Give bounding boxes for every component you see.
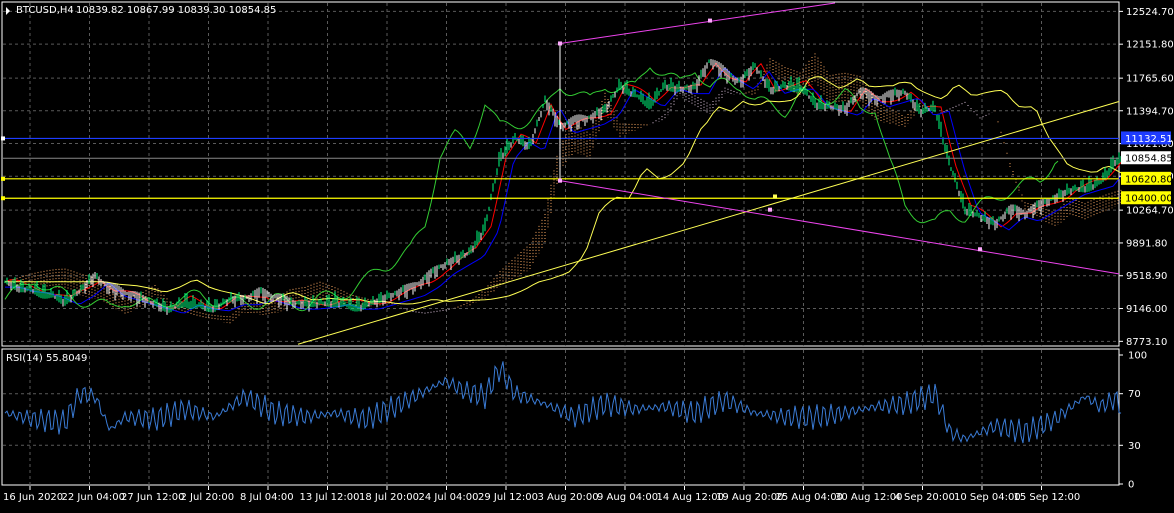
level-anchor-point[interactable]: [1, 196, 5, 201]
ichimoku-cloud: [4, 53, 1122, 324]
price-tick-label: 9891.80: [1126, 238, 1167, 249]
time-tick-label: 9 Aug 04:00: [597, 492, 658, 503]
level-anchor-point[interactable]: [1, 176, 5, 181]
time-tick-label: 4 Sep 20:00: [895, 492, 955, 503]
price-tick-label: 12151.80: [1126, 40, 1174, 51]
time-tick-label: 22 Jun 04:00: [62, 492, 126, 503]
time-tick-label: 14 Aug 12:00: [657, 492, 724, 503]
rsi-line-path: [4, 361, 1122, 444]
channel-anchor[interactable]: [978, 247, 982, 252]
time-tick-label: 10 Sep 04:00: [954, 492, 1021, 503]
price-candles: [4, 59, 1122, 315]
rsi-tick-label: 0: [1128, 480, 1134, 491]
channel-anchor[interactable]: [768, 207, 772, 212]
time-tick-label: 3 Aug 20:00: [538, 492, 599, 503]
time-tick-label: 29 Jul 12:00: [478, 492, 538, 503]
channel-anchor[interactable]: [558, 41, 562, 46]
price-tick-label: 11765.60: [1126, 74, 1174, 85]
symbol-header: BTCUSD,H4 10839.82 10867.99 10839.30 108…: [6, 5, 276, 16]
rsi-line: [4, 361, 1122, 444]
collapse-arrow-icon[interactable]: [6, 7, 10, 15]
price-tick-label: 10264.70: [1126, 206, 1174, 217]
price-tick-label: 9146.00: [1126, 304, 1167, 315]
ohlc-values: 10839.82 10867.99 10839.30 10854.85: [76, 5, 276, 16]
symbol-label: BTCUSD,H4: [16, 5, 74, 16]
current-price-label-text: 10854.85: [1125, 154, 1173, 165]
rsi-tick-label: 70: [1128, 389, 1141, 400]
time-tick-label: 19 Aug 20:00: [716, 492, 783, 503]
channel-upper-line[interactable]: [559, 2, 836, 44]
time-tick-label: 2 Jul 20:00: [181, 492, 235, 503]
channel-lower-line[interactable]: [559, 180, 1120, 275]
price-tick-label: 9518.90: [1126, 271, 1167, 282]
chart-objects[interactable]: [1, 2, 1120, 345]
time-tick-label: 15 Sep 12:00: [1014, 492, 1081, 503]
time-tick-label: 18 Jul 20:00: [359, 492, 419, 503]
level-1-label-text: 10620.80: [1125, 174, 1173, 185]
price-tick-label: 11394.70: [1126, 106, 1174, 117]
price-tick-label: 12524.70: [1126, 7, 1174, 18]
trendline-anchor[interactable]: [773, 194, 777, 199]
time-tick-label: 13 Jul 12:00: [300, 492, 360, 503]
chikou-span-line: [4, 67, 1059, 312]
axes: 12524.7012151.8011765.6011394.7011021.80…: [3, 7, 1174, 503]
time-tick-label: 25 Aug 04:00: [776, 492, 843, 503]
blue-level-label-text: 11132.51: [1125, 134, 1173, 145]
time-tick-label: 27 Jun 12:00: [121, 492, 185, 503]
chart-canvas[interactable]: 12524.7012151.8011765.6011394.7011021.80…: [0, 0, 1174, 509]
grid: [3, 3, 1119, 485]
tenkan-sen-line: [4, 62, 1122, 310]
chart-window[interactable]: 12524.70 12151.80 11765.60 11394.70 11021.80…: [0, 0, 1174, 509]
channel-anchor[interactable]: [708, 18, 712, 23]
time-tick-label: 24 Jul 04:00: [419, 492, 479, 503]
channel-anchor[interactable]: [558, 178, 562, 183]
time-tick-label: 30 Aug 12:00: [835, 492, 902, 503]
level-2-label-text: 10400.00: [1125, 194, 1173, 205]
time-tick-label: 8 Jul 04:00: [240, 492, 294, 503]
price-tick-label: 8773.10: [1126, 337, 1167, 348]
level-anchor-point[interactable]: [1, 136, 5, 141]
rsi-tick-label: 30: [1128, 441, 1141, 452]
rsi-label: RSI(14) 55.8049: [6, 353, 87, 364]
rsi-tick-label: 100: [1128, 351, 1147, 362]
time-tick-label: 16 Jun 2020: [3, 492, 63, 503]
